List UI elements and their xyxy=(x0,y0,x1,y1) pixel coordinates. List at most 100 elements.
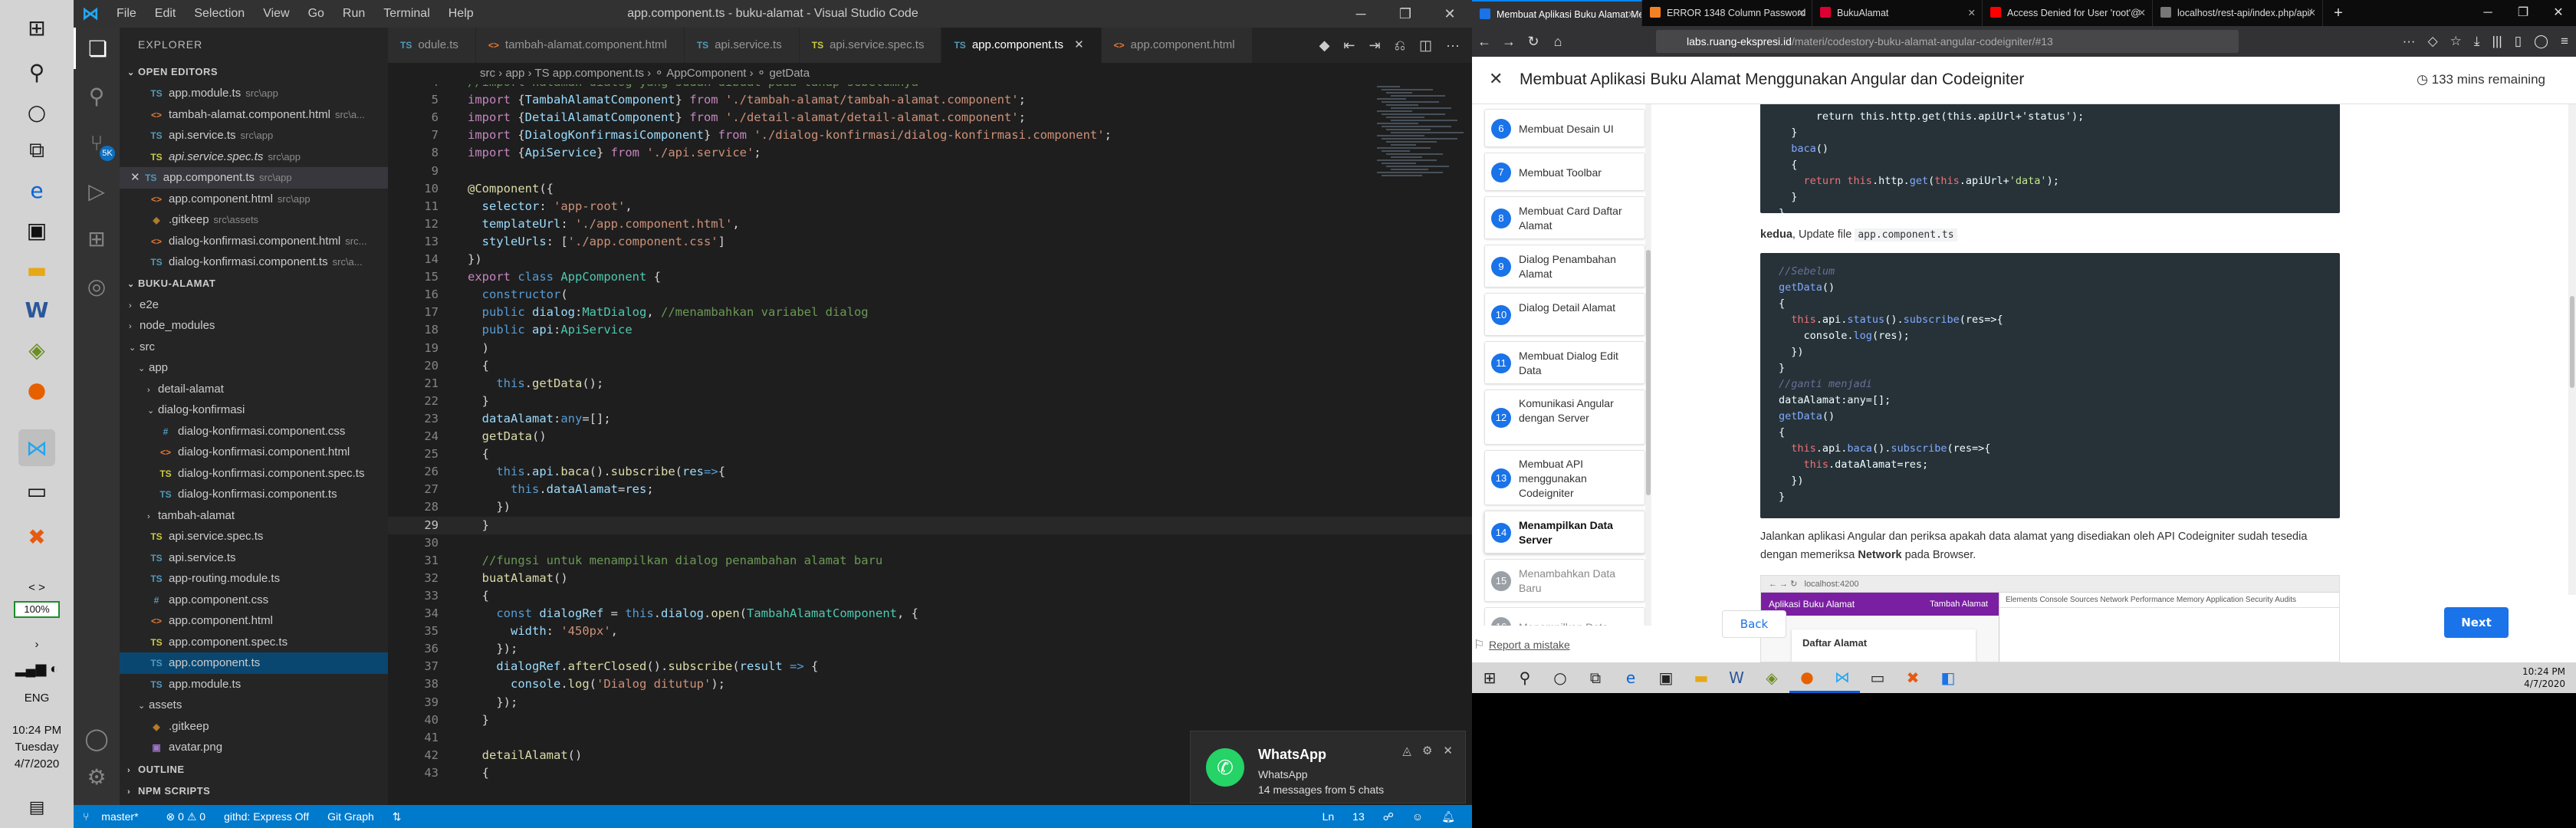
browser-tab[interactable]: BukuAlamat ✕ xyxy=(1812,0,1983,26)
minimize-icon[interactable]: ─ xyxy=(2470,0,2505,26)
git-sync-icon[interactable]: ⇅ xyxy=(383,810,411,823)
step-item[interactable]: 8 Membuat Card Daftar Alamat xyxy=(1484,196,1645,239)
minimize-icon[interactable]: ─ xyxy=(1339,0,1383,28)
restore-icon[interactable]: ❐ xyxy=(1383,0,1428,28)
tree-file[interactable]: TS api.service.ts xyxy=(120,547,388,569)
problems-indicator[interactable]: ⊗ 0 ⚠ 0 xyxy=(157,810,215,823)
back-button[interactable]: Back xyxy=(1722,610,1786,638)
tab-close-icon[interactable]: ✕ xyxy=(2308,0,2316,26)
tree-file[interactable]: <> dialog-konfirmasi.component.html xyxy=(120,442,388,463)
step-item[interactable]: 13 Membuat API menggunakan Codeigniter xyxy=(1484,450,1645,505)
step-item[interactable]: 7 Membuat Toolbar xyxy=(1484,153,1645,191)
cursor-position[interactable]: Ln xyxy=(1313,810,1344,823)
git-branch[interactable]: ⑂ master* xyxy=(74,810,157,823)
tree-folder[interactable]: › tambah-alamat xyxy=(120,505,388,527)
step-item[interactable]: 9 Dialog Penambahan Alamat xyxy=(1484,245,1645,288)
windows-start-icon[interactable]: ⊞ xyxy=(18,9,55,46)
bookmark-star-icon[interactable]: ☆ xyxy=(2450,34,2462,49)
terminal-icon[interactable]: ▭ xyxy=(1860,662,1895,693)
word-icon[interactable]: W xyxy=(18,291,55,328)
browser-tab[interactable]: localhost/rest-api/index.php/api/✕ xyxy=(2153,0,2323,26)
feedback-icon[interactable]: ☺ xyxy=(1403,810,1432,823)
menu-item[interactable]: Run xyxy=(334,7,374,21)
tree-folder[interactable]: ⌄ src xyxy=(120,337,388,358)
battery-indicator[interactable]: 100% xyxy=(14,601,60,618)
tree-folder[interactable]: ⌄ assets xyxy=(120,695,388,716)
pocket-icon[interactable]: ◇ xyxy=(2428,34,2438,49)
open-changes-icon[interactable]: ⎌ xyxy=(1395,38,1405,54)
go-back-icon[interactable]: ⇤ xyxy=(1343,38,1355,54)
step-item[interactable]: 11 Membuat Dialog Edit Data xyxy=(1484,341,1645,384)
search-icon[interactable]: ⚲ xyxy=(74,75,120,117)
tray-arrow-icon[interactable]: < > xyxy=(0,581,74,594)
code-editor[interactable]: 4//import halaman dialog yang sudah dibu… xyxy=(388,84,1472,805)
sidebar-icon[interactable]: ▯ xyxy=(2515,34,2522,49)
menu-item[interactable]: Go xyxy=(299,7,334,21)
open-editor-item[interactable]: ◆ .gitkeep src\assets xyxy=(120,209,388,231)
steps-scroll-thumb[interactable] xyxy=(1646,250,1651,495)
step-item[interactable]: 12 Komunikasi Angular dengan Server xyxy=(1484,389,1645,445)
notification-mute-icon[interactable]: ◬ xyxy=(1402,744,1411,757)
tree-file[interactable]: TS dialog-konfirmasi.component.spec.ts xyxy=(120,463,388,485)
store-icon[interactable]: ▣ xyxy=(1648,662,1684,693)
tree-file[interactable]: TS app-routing.module.ts xyxy=(120,568,388,590)
menu-item[interactable]: Help xyxy=(439,7,483,21)
new-tab-icon[interactable]: + xyxy=(2323,0,2354,26)
open-editor-item[interactable]: <> dialog-konfirmasi.component.html src... xyxy=(120,231,388,252)
editor-tab[interactable]: TS odule.ts xyxy=(388,28,476,63)
next-button[interactable]: Next xyxy=(2444,607,2509,638)
menu-item[interactable]: Selection xyxy=(185,7,254,21)
notification-center-icon[interactable]: ▤ xyxy=(0,797,74,817)
tab-close-icon[interactable]: ✕ xyxy=(1798,0,1806,26)
cortana-icon[interactable]: ○ xyxy=(18,94,55,130)
npm-scripts-header[interactable]: › NPM SCRIPTS xyxy=(120,780,388,802)
account-icon[interactable]: ◯ xyxy=(74,718,120,759)
report-mistake-link[interactable]: Report a mistake xyxy=(1489,639,1570,651)
tree-folder[interactable]: › e2e xyxy=(120,294,388,316)
tray-expand-icon[interactable]: › xyxy=(0,638,74,651)
vscode-taskbar-icon[interactable]: ⋈ xyxy=(18,429,55,466)
tree-file[interactable]: TS app.module.ts xyxy=(120,674,388,695)
restore-icon[interactable]: ❐ xyxy=(2505,0,2541,26)
tab-close-icon[interactable]: ✕ xyxy=(1968,0,1976,26)
task-view-icon[interactable]: ⧉ xyxy=(18,132,55,169)
tree-folder[interactable]: ⌄ dialog-konfirmasi xyxy=(120,399,388,421)
xampp-icon[interactable]: ✖ xyxy=(1895,662,1930,693)
source-control-icon[interactable]: ⑂ 5K xyxy=(74,123,120,164)
edge-icon[interactable]: e xyxy=(18,172,55,209)
menu-item[interactable]: View xyxy=(254,7,298,21)
step-item[interactable]: 14 Menampilkan Data Server xyxy=(1484,511,1645,554)
language-indicator[interactable]: ENG xyxy=(0,692,74,705)
right-clock[interactable]: 10:24 PM 4/7/2020 xyxy=(2522,665,2565,690)
menu-item[interactable]: Terminal xyxy=(374,7,439,21)
tree-file[interactable]: TS app.component.spec.ts xyxy=(120,632,388,653)
browser-tab[interactable]: Membuat Aplikasi Buku Alamat Me ✕ xyxy=(1472,0,1642,26)
outline-header[interactable]: › OUTLINE xyxy=(120,759,388,780)
downloads-icon[interactable]: ⤓ xyxy=(2474,34,2480,49)
terminal-icon[interactable]: ▭ xyxy=(18,472,55,509)
firefox-icon[interactable]: ● xyxy=(18,371,55,408)
remote-icon[interactable]: ◎ xyxy=(74,265,120,307)
close-icon[interactable]: ✕ xyxy=(2541,0,2576,26)
app-icon[interactable]: ◧ xyxy=(1930,662,1966,693)
task-view-icon[interactable]: ⧉ xyxy=(1578,662,1613,693)
browser-tab[interactable]: ERROR 1348 Column Password ✕ xyxy=(1642,0,1812,26)
reload-icon[interactable]: ↻ xyxy=(1521,34,1546,50)
menu-item[interactable]: File xyxy=(107,7,146,21)
content-scroll-thumb[interactable] xyxy=(2570,296,2574,388)
edge-icon[interactable]: e xyxy=(1613,662,1648,693)
notification-close-icon[interactable]: ✕ xyxy=(1443,744,1453,757)
git-compare-icon[interactable]: ◆ xyxy=(1319,38,1330,54)
firefox-icon[interactable]: ● xyxy=(1789,662,1825,693)
tree-file[interactable]: ◆ .gitkeep xyxy=(120,716,388,738)
open-editor-item[interactable]: TS api.service.ts src\app xyxy=(120,125,388,146)
network-icon[interactable]: ▂▄▆ ◐ xyxy=(0,661,74,677)
run-debug-icon[interactable]: ▷ xyxy=(74,170,120,212)
editor-tab[interactable]: TS api.service.spec.ts xyxy=(799,28,942,63)
tree-folder[interactable]: ⌄ app xyxy=(120,357,388,379)
project-header[interactable]: ⌄ BUKU-ALAMAT xyxy=(120,273,388,294)
page-actions-icon[interactable]: ··· xyxy=(2403,34,2416,49)
close-icon[interactable]: ✕ xyxy=(1489,69,1503,89)
word-icon[interactable]: W xyxy=(1719,662,1754,693)
extensions-icon[interactable]: ⊞ xyxy=(74,218,120,259)
